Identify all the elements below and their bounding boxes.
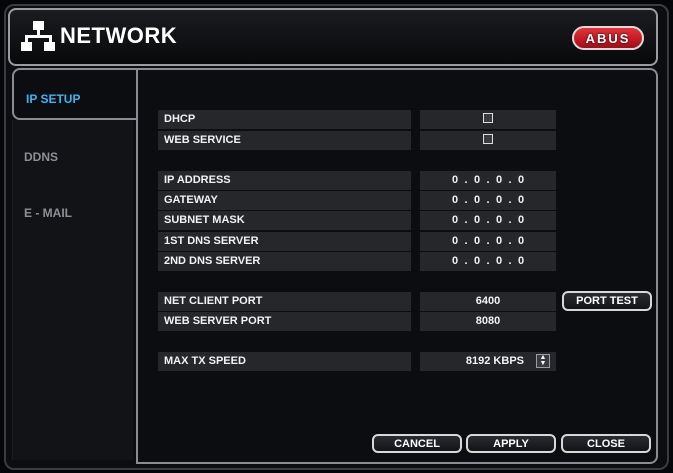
max-tx-speed-label: MAX TX SPEED [158, 352, 411, 371]
dns1-label: 1ST DNS SERVER [158, 232, 411, 251]
gateway-octet: 0 [473, 194, 481, 206]
network-icon [21, 21, 55, 51]
gateway-octet: 0 [517, 194, 525, 206]
ip-dot: . [508, 194, 512, 206]
web-service-checkbox-field[interactable] [420, 131, 556, 150]
dns2-label: 2ND DNS SERVER [158, 252, 411, 271]
ip-dot: . [486, 174, 490, 186]
web-service-label: WEB SERVICE [158, 131, 411, 150]
sidebar: IP SETUP DDNS E - MAIL [12, 68, 138, 464]
dns1-octet: 0 [473, 235, 481, 247]
dns2-field[interactable]: 0. 0. 0. 0 [420, 252, 556, 271]
dns1-octet: 0 [495, 235, 503, 247]
web-server-port-input[interactable]: 8080 [420, 312, 556, 331]
subnet-mask-field[interactable]: 0. 0. 0. 0 [420, 211, 556, 230]
web-service-checkbox[interactable] [483, 134, 493, 145]
tab-ddns[interactable]: DDNS [12, 128, 138, 180]
gateway-field[interactable]: 0. 0. 0. 0 [420, 191, 556, 210]
up-down-spinner-icon[interactable]: ▲ ▼ [536, 354, 550, 368]
max-tx-speed-value: 8192 KBPS [465, 355, 524, 367]
subnet-octet: 0 [473, 214, 481, 226]
dns2-octet: 0 [473, 255, 481, 267]
ip-dot: . [464, 235, 468, 247]
subnet-mask-label: SUBNET MASK [158, 211, 411, 230]
tab-ip-setup[interactable]: IP SETUP [12, 68, 138, 120]
tab-email[interactable]: E - MAIL [12, 184, 138, 236]
ip-octet: 0 [451, 174, 459, 186]
ip-dot: . [508, 174, 512, 186]
subnet-octet: 0 [451, 214, 459, 226]
port-test-button[interactable]: PORT TEST [562, 291, 652, 311]
ip-dot: . [486, 214, 490, 226]
ip-dot: . [464, 214, 468, 226]
subnet-octet: 0 [517, 214, 525, 226]
max-tx-speed-select[interactable]: 8192 KBPS ▲ ▼ [420, 352, 556, 371]
dns2-octet: 0 [451, 255, 459, 267]
gateway-octet: 0 [495, 194, 503, 206]
ip-dot: . [464, 194, 468, 206]
ip-dot: . [464, 255, 468, 267]
dhcp-label: DHCP [158, 110, 411, 129]
ip-dot: . [464, 174, 468, 186]
ip-dot: . [508, 214, 512, 226]
gateway-octet: 0 [451, 194, 459, 206]
page-title: NETWORK [60, 23, 178, 48]
dns2-octet: 0 [517, 255, 525, 267]
close-button[interactable]: CLOSE [561, 434, 651, 453]
ip-dot: . [508, 255, 512, 267]
dhcp-checkbox[interactable] [483, 113, 493, 124]
title-bar: NETWORK ABUS [8, 8, 658, 66]
ip-address-field[interactable]: 0. 0. 0. 0 [420, 171, 556, 190]
subnet-octet: 0 [495, 214, 503, 226]
web-server-port-label: WEB SERVER PORT [158, 312, 411, 331]
net-client-port-input[interactable]: 6400 [420, 292, 556, 311]
ip-octet: 0 [517, 174, 525, 186]
ip-dot: . [486, 255, 490, 267]
ip-address-label: IP ADDRESS [158, 171, 411, 190]
apply-button[interactable]: APPLY [466, 434, 556, 453]
brand-logo: ABUS [572, 26, 644, 50]
ip-octet: 0 [473, 174, 481, 186]
dhcp-checkbox-field[interactable] [420, 110, 556, 129]
dns1-octet: 0 [517, 235, 525, 247]
ip-octet: 0 [495, 174, 503, 186]
net-client-port-label: NET CLIENT PORT [158, 292, 411, 311]
ip-dot: . [486, 194, 490, 206]
dns1-octet: 0 [451, 235, 459, 247]
dns2-octet: 0 [495, 255, 503, 267]
ip-dot: . [508, 235, 512, 247]
dns1-field[interactable]: 0. 0. 0. 0 [420, 232, 556, 251]
ip-dot: . [486, 235, 490, 247]
cancel-button[interactable]: CANCEL [372, 434, 462, 453]
gateway-label: GATEWAY [158, 191, 411, 210]
